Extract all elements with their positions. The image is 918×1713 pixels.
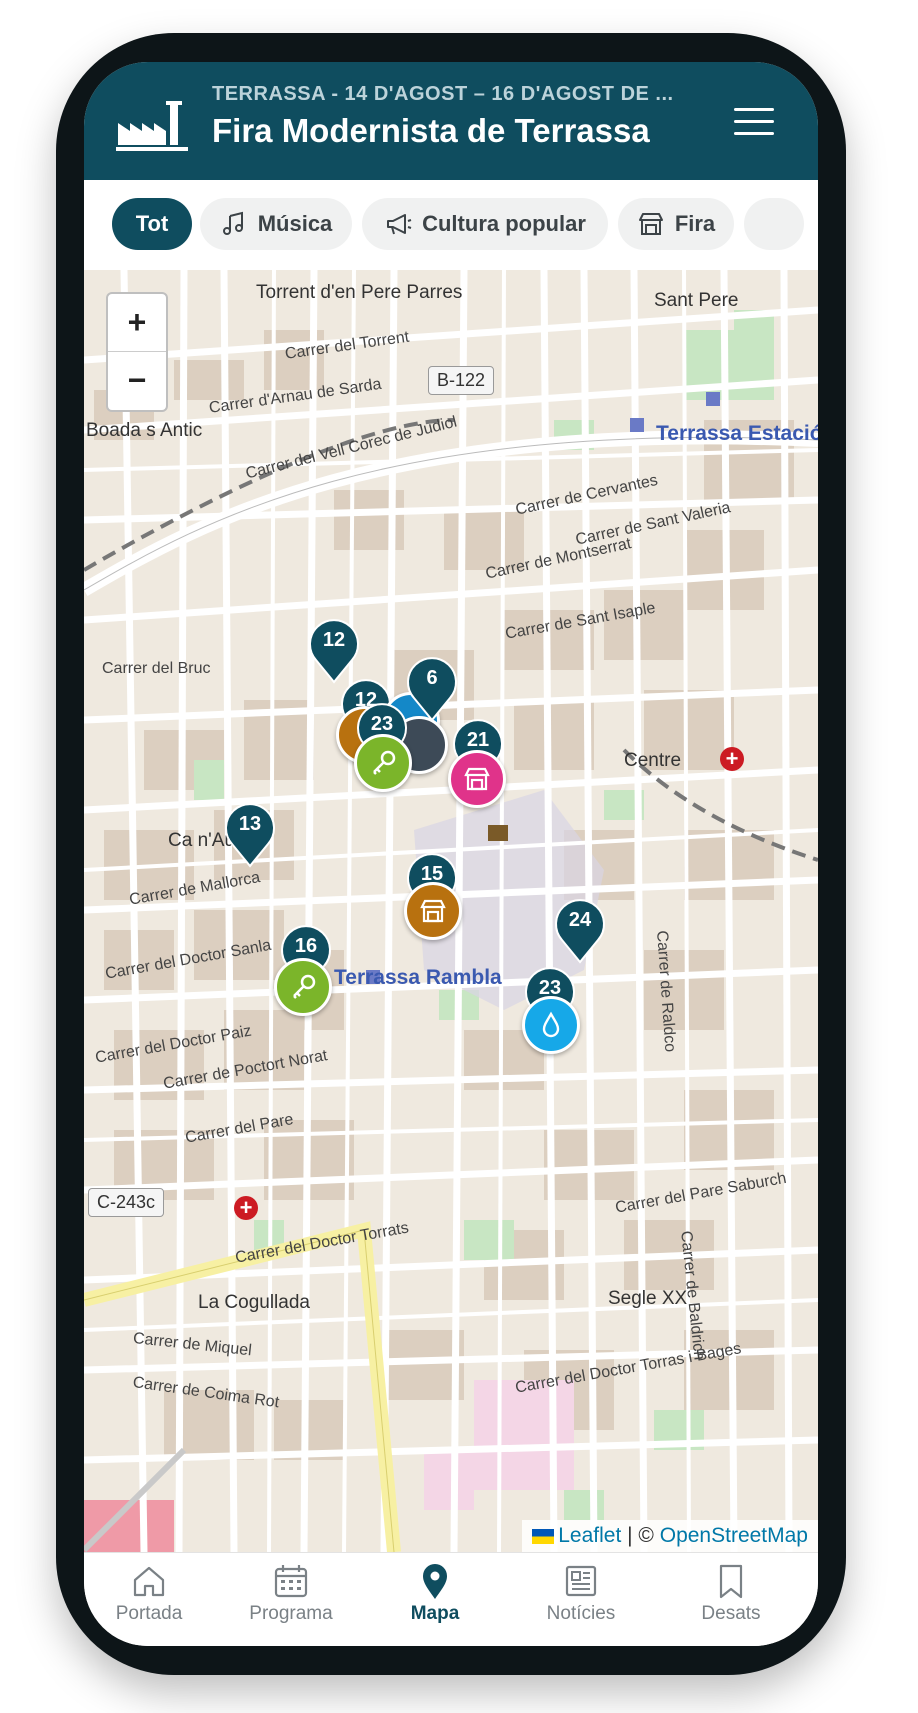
event-map[interactable]: Torrent d'en Pere Parres Sant Pere Boada…: [84, 270, 818, 1552]
music-note-icon: [222, 211, 243, 235]
tab-desats[interactable]: Desats: [676, 1561, 786, 1641]
hospital-icon: +: [720, 747, 744, 771]
app-header: TERRASSA - 14 D'AGOST – 16 D'AGOST DE ..…: [84, 62, 818, 180]
place-label: La Cogullada: [198, 1292, 310, 1313]
tab-programa[interactable]: Programa: [236, 1561, 346, 1641]
filter-chip-fair[interactable]: Fira: [618, 198, 734, 250]
place-label-text: Torrent d'en Pere Parres: [256, 282, 463, 303]
cluster-count: 23: [370, 713, 394, 735]
map-cluster-marker[interactable]: 13: [222, 800, 278, 868]
map-cluster-marker[interactable]: 24: [552, 896, 608, 964]
factory-logo-icon: [116, 101, 188, 151]
home-icon: [133, 1566, 165, 1597]
filter-chip-more[interactable]: [744, 198, 804, 250]
ukraine-flag-icon: [532, 1528, 555, 1544]
tab-noticies[interactable]: Notícies: [526, 1561, 636, 1641]
filter-chip-music[interactable]: Música: [200, 198, 352, 250]
tab-portada[interactable]: Portada: [94, 1561, 204, 1641]
openstreetmap-link[interactable]: OpenStreetMap: [660, 1524, 808, 1547]
megaphone-icon: [387, 214, 412, 235]
water-poi-icon[interactable]: [522, 996, 580, 1054]
filter-chip-label: Música: [257, 211, 333, 236]
place-label: Boada s Antic: [86, 420, 203, 441]
place-label: Sant Pere: [654, 290, 739, 311]
market-stall-icon: [420, 899, 446, 923]
cluster-count: 24: [568, 909, 592, 931]
tab-label: Portada: [115, 1603, 183, 1624]
bookmark-icon: [719, 1564, 743, 1599]
category-filter-bar: Tot Música Cultura popular Fira: [84, 180, 818, 270]
event-title: Fira Modernista de Terrassa: [212, 112, 650, 149]
culture-poi-icon[interactable]: [404, 882, 462, 940]
cluster-count: 13: [238, 813, 262, 835]
attribution-separator: | ©: [621, 1524, 660, 1547]
station-label: Terrassa Estació del Nord: [656, 422, 818, 445]
road-shield: C-243c: [88, 1188, 165, 1217]
map-pin-icon: [423, 1564, 447, 1599]
hospital-icon: +: [234, 1196, 258, 1220]
app-screen: TERRASSA - 14 D'AGOST – 16 D'AGOST DE ..…: [84, 62, 818, 1646]
place-label: Segle XX: [608, 1288, 688, 1309]
filter-chip-label: Fira: [674, 211, 716, 236]
place-label: Torrent d'en Pere Parres: [256, 282, 462, 304]
filter-chip-all[interactable]: Tot: [112, 198, 192, 250]
music-key-poi-icon[interactable]: [274, 958, 332, 1016]
cluster-count: 6: [426, 667, 438, 689]
music-key-poi-icon[interactable]: [354, 734, 412, 792]
tab-label: Programa: [249, 1603, 333, 1624]
cluster-count: 12: [322, 629, 346, 651]
road-shield: B-122: [428, 366, 495, 395]
tab-label: Mapa: [410, 1603, 460, 1624]
filter-chip-label: Tot: [135, 211, 169, 236]
water-drop-icon: [542, 1011, 560, 1038]
calendar-icon: [274, 1565, 308, 1598]
zoom-control: + −: [106, 292, 168, 412]
key-icon: [293, 974, 316, 999]
leaflet-link[interactable]: Leaflet: [558, 1524, 621, 1547]
filter-chip-label: Cultura popular: [422, 211, 586, 236]
tab-label: Notícies: [546, 1603, 616, 1624]
market-stall-icon: [638, 213, 663, 235]
filter-chip-popular-culture[interactable]: Cultura popular: [362, 198, 608, 250]
map-attribution: Leaflet | © OpenStreetMap: [522, 1520, 818, 1552]
event-subtitle: TERRASSA - 14 D'AGOST – 16 D'AGOST DE ..…: [212, 83, 674, 105]
tab-mapa[interactable]: Mapa: [380, 1561, 490, 1641]
zoom-out-button[interactable]: −: [108, 352, 166, 409]
zoom-in-button[interactable]: +: [108, 294, 166, 352]
bottom-tab-bar: Portada Programa Mapa Notícies Desats: [84, 1552, 818, 1646]
tab-label: Desats: [701, 1603, 761, 1624]
fair-poi-icon[interactable]: [448, 750, 506, 808]
street-label: Carrer del Bruc: [102, 660, 211, 677]
newspaper-icon: [565, 1565, 597, 1597]
hamburger-menu-icon[interactable]: [734, 106, 774, 138]
station-label: Terrassa Rambla: [334, 966, 502, 989]
cluster-count: 21: [466, 729, 490, 751]
place-label: Centre: [624, 750, 682, 771]
market-stall-icon: [464, 767, 490, 791]
key-icon: [373, 750, 396, 775]
cluster-count: 16: [294, 935, 318, 957]
map-cluster-marker[interactable]: 6: [404, 654, 460, 722]
map-cluster-marker[interactable]: 12: [306, 616, 362, 684]
